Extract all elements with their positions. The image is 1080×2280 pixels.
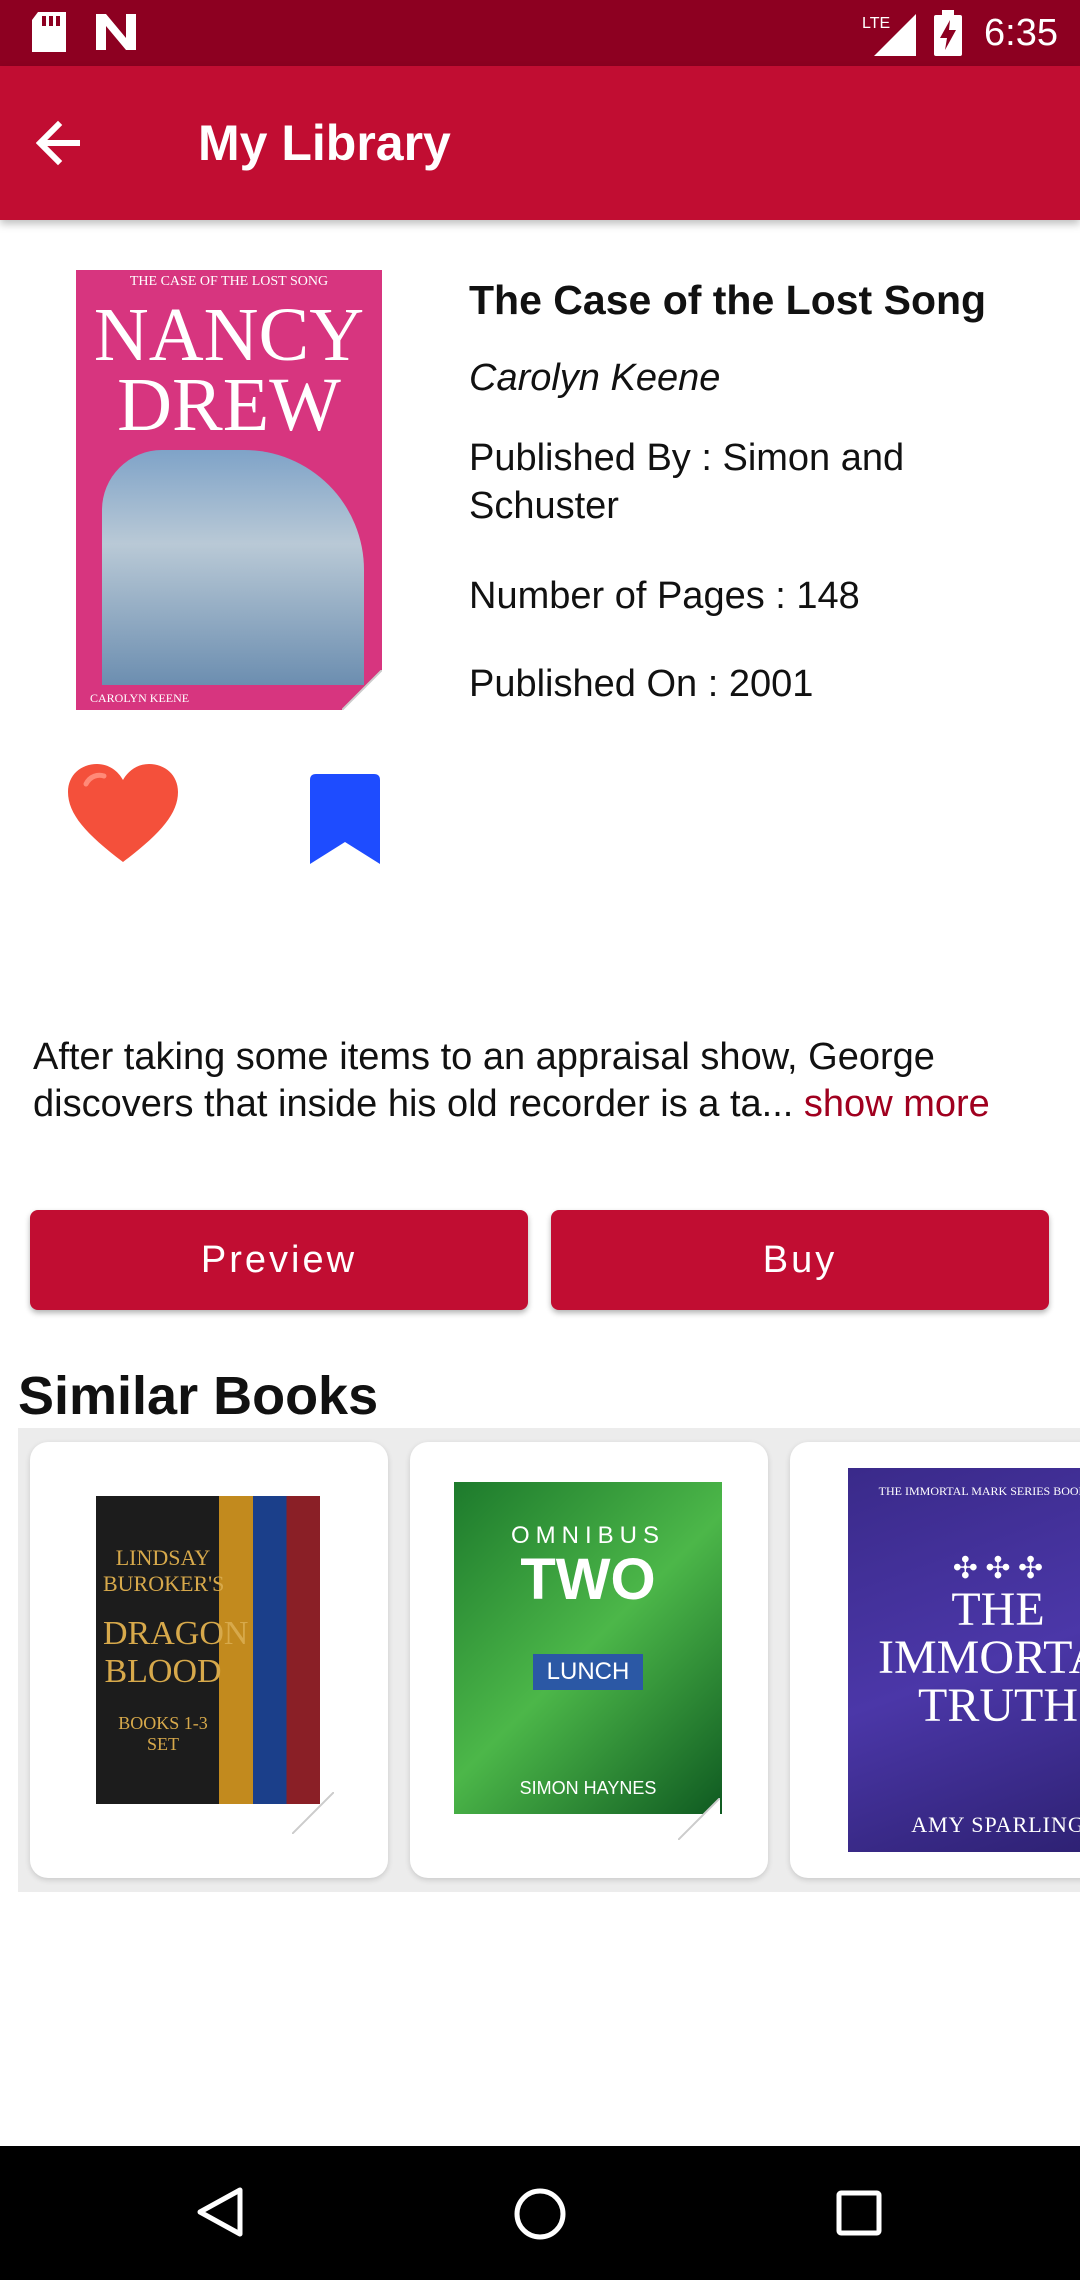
cover-text: AMY SPARLING bbox=[911, 1812, 1080, 1837]
book-publisher: Published By : Simon and Schuster bbox=[469, 437, 905, 527]
page-curl-icon bbox=[678, 1798, 720, 1840]
svg-text:LTE: LTE bbox=[862, 15, 890, 32]
similar-books-heading: Similar Books bbox=[18, 1366, 379, 1426]
cover-text: THE IMMORTAL TRUTH bbox=[878, 1582, 1080, 1732]
sd-card-icon bbox=[32, 12, 66, 57]
nav-back-icon[interactable] bbox=[196, 2186, 244, 2243]
page-title: My Library bbox=[198, 115, 451, 171]
similar-book-card[interactable]: OMNIBUS TWO LUNCH SIMON HAYNES bbox=[410, 1442, 768, 1878]
cover-text: OMNIBUS bbox=[510, 1522, 665, 1549]
nav-home-icon[interactable] bbox=[514, 2188, 566, 2245]
description-text: After taking some items to an appraisal … bbox=[33, 1036, 935, 1125]
cover-text: LUNCH bbox=[532, 1654, 644, 1690]
similar-books-list[interactable]: LINDSAY BUROKER'S DRAGON BLOOD BOOKS 1-3… bbox=[18, 1428, 1080, 1892]
book-pages: Number of Pages : 148 bbox=[469, 575, 860, 617]
page-curl-icon bbox=[292, 1792, 334, 1834]
page-curl-icon bbox=[342, 670, 382, 710]
book-published-date: Published On : 2001 bbox=[469, 663, 814, 705]
similar-book-cover: THE IMMORTAL MARK SERIES BOOK TWO ✣ ✣ ✣ … bbox=[848, 1468, 1080, 1852]
similar-book-card[interactable]: LINDSAY BUROKER'S DRAGON BLOOD BOOKS 1-3… bbox=[30, 1442, 388, 1878]
cover-brand-text: NANCY DREW bbox=[93, 293, 365, 447]
cover-illustration bbox=[102, 450, 364, 685]
cover-top-text: THE CASE OF THE LOST SONG bbox=[129, 274, 329, 289]
preview-button[interactable]: Preview bbox=[30, 1210, 528, 1310]
cover-text: BOOKS 1-3 SET bbox=[118, 1713, 208, 1754]
cover-text: THE IMMORTAL MARK SERIES BOOK TWO bbox=[878, 1484, 1080, 1498]
book-title: The Case of the Lost Song bbox=[469, 277, 987, 323]
show-more-link[interactable]: show more bbox=[804, 1083, 990, 1125]
similar-book-cover: LINDSAY BUROKER'S DRAGON BLOOD BOOKS 1-3… bbox=[96, 1496, 320, 1804]
cover-text: TWO bbox=[520, 1547, 656, 1612]
status-bar: LTE 6:35 bbox=[0, 0, 1080, 66]
similar-book-card[interactable]: THE IMMORTAL MARK SERIES BOOK TWO ✣ ✣ ✣ … bbox=[790, 1442, 1080, 1878]
cover-text: SIMON HAYNES bbox=[519, 1778, 657, 1798]
system-navigation-bar bbox=[0, 2146, 1080, 2280]
book-cover-image[interactable]: THE CASE OF THE LOST SONG NANCY DREW CAR… bbox=[76, 270, 382, 710]
n-notification-icon bbox=[96, 14, 136, 55]
arrow-back-icon bbox=[35, 120, 84, 179]
buy-button[interactable]: Buy bbox=[551, 1210, 1049, 1310]
nav-recents-icon[interactable] bbox=[836, 2190, 882, 2241]
book-author: Carolyn Keene bbox=[469, 357, 721, 399]
similar-book-cover: OMNIBUS TWO LUNCH SIMON HAYNES bbox=[454, 1482, 722, 1814]
book-description: After taking some items to an appraisal … bbox=[33, 1034, 1053, 1128]
cover-text: DRAGON BLOOD bbox=[103, 1615, 249, 1690]
bookmark-icon[interactable] bbox=[310, 774, 380, 869]
cover-text: LINDSAY BUROKER'S bbox=[103, 1545, 225, 1596]
heart-icon[interactable] bbox=[66, 762, 180, 871]
cover-ornament: ✣ ✣ ✣ bbox=[952, 1551, 1044, 1585]
lte-signal-icon: LTE bbox=[860, 10, 916, 61]
back-button[interactable] bbox=[35, 111, 116, 175]
battery-charging-icon bbox=[934, 10, 962, 61]
status-time: 6:35 bbox=[984, 12, 1058, 54]
app-bar: My Library bbox=[0, 66, 1080, 220]
cover-author-text: CAROLYN KEENE bbox=[90, 691, 190, 705]
